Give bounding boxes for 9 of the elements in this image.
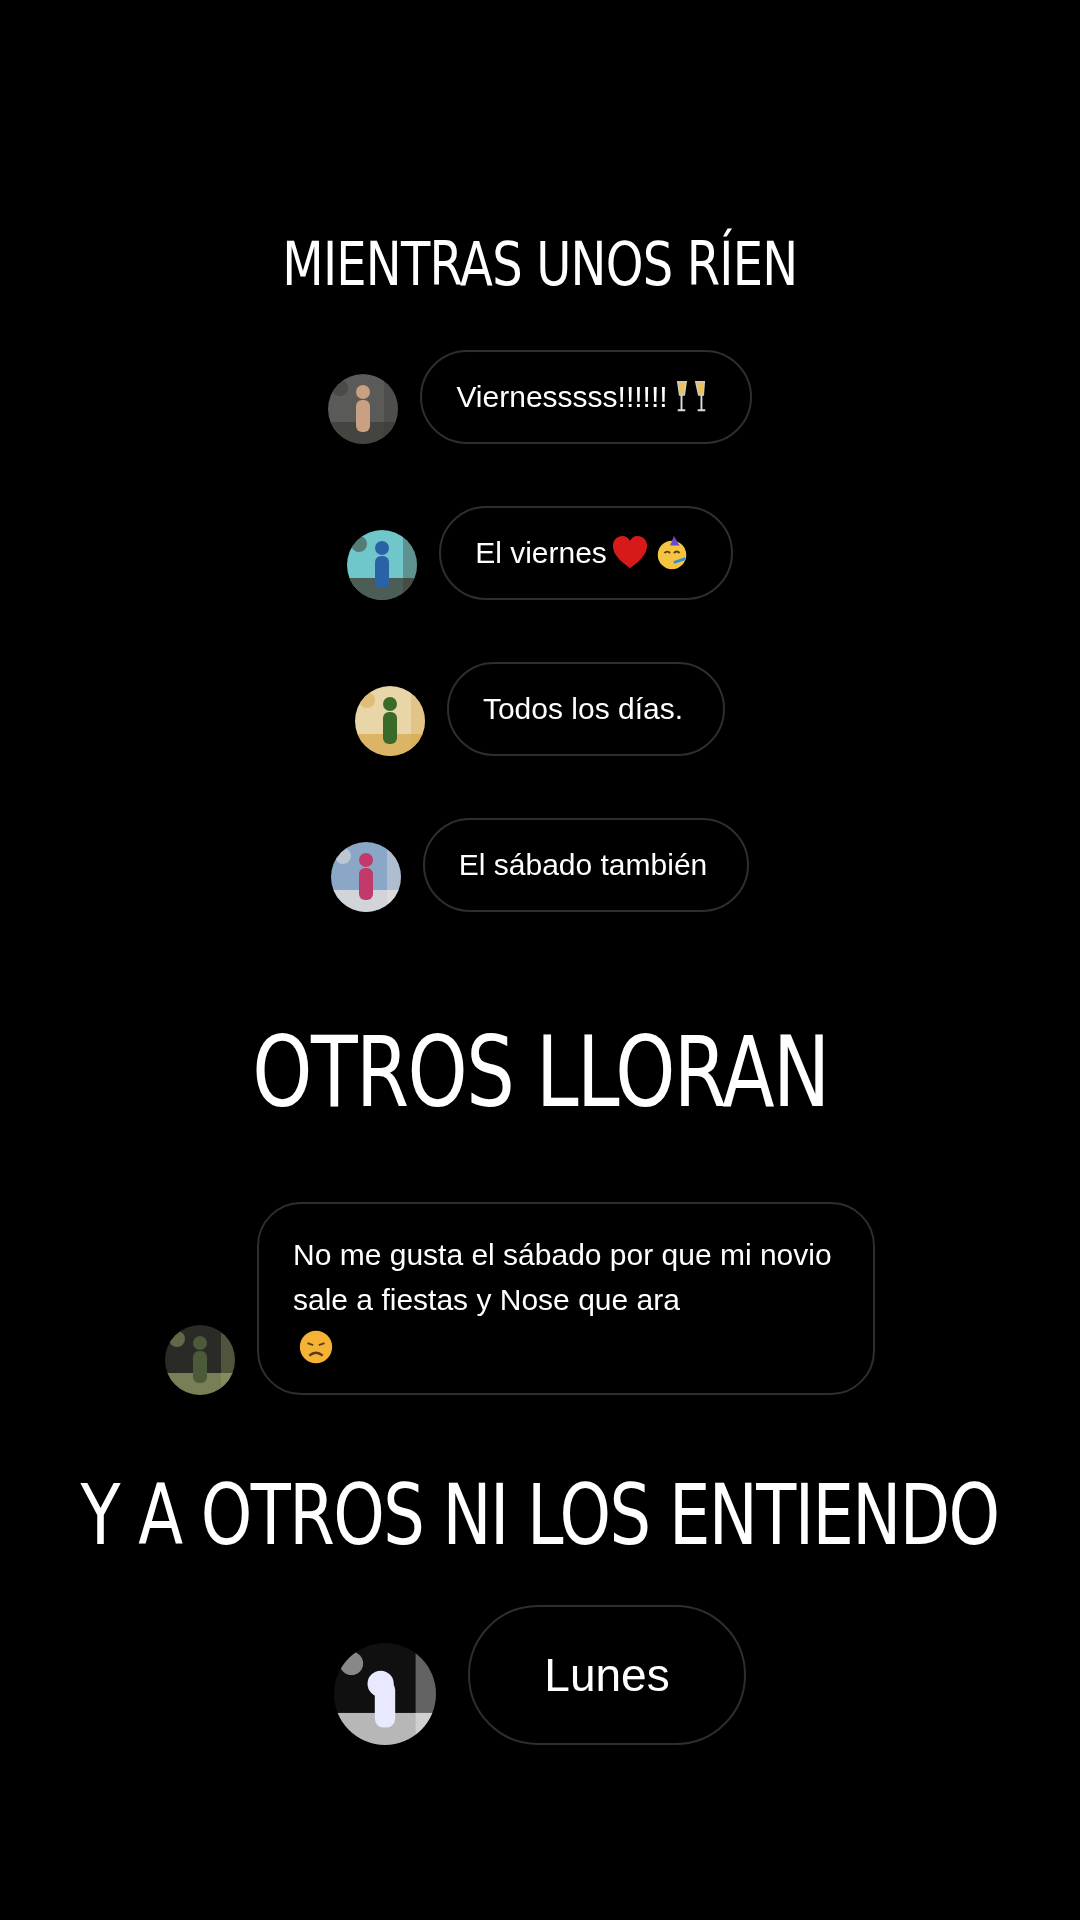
reply-bubble: Viernesssss!!!!!! bbox=[420, 350, 752, 444]
reply-bubble: Todos los días. bbox=[446, 662, 726, 756]
reply-bubble: El viernes bbox=[439, 506, 733, 600]
reply-bubble: Lunes bbox=[468, 1605, 746, 1746]
story-caption: Y A OTROS NI LOS ENTIENDO bbox=[80, 1464, 1000, 1566]
story-caption: MIENTRAS UNOS RÍEN bbox=[282, 228, 798, 300]
reply-bubble: No me gusta el sábado por que mi novio sale a fiestas y Nose que ara bbox=[257, 1201, 875, 1395]
story-caption: OTROS LLORAN bbox=[251, 1014, 829, 1131]
reply-bubble: El sábado también bbox=[422, 818, 750, 912]
